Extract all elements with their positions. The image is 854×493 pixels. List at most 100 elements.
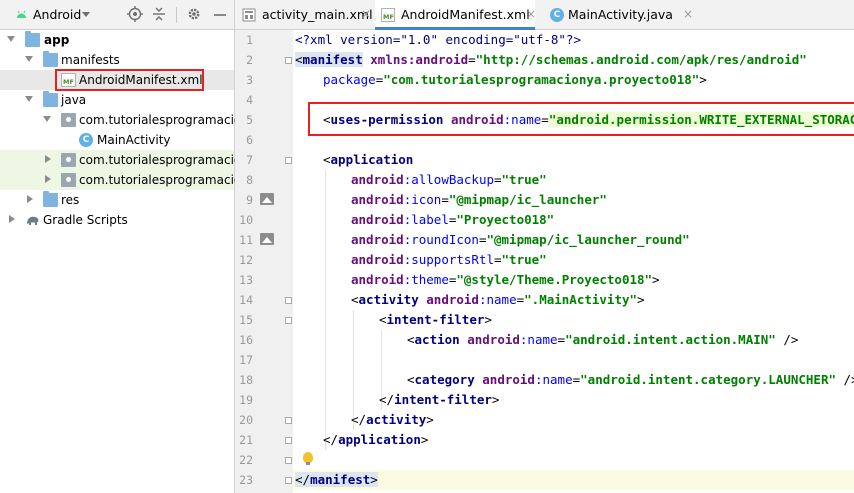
folder-icon (43, 91, 58, 107)
lightbulb-icon[interactable] (303, 452, 313, 465)
tree-item-res[interactable]: res (0, 190, 234, 210)
editor-tab-bar: activity_main.xml × MF AndroidManifest.x… (235, 0, 854, 30)
package-icon (61, 153, 76, 167)
chevron-right-icon[interactable] (9, 215, 15, 223)
target-icon[interactable] (127, 6, 143, 22)
code-line-20: </activity> (351, 410, 434, 430)
line-number: 8 (246, 173, 253, 187)
code-editor[interactable]: <?xml version="1.0" encoding="utf-8"?> <… (293, 30, 854, 493)
fold-marker-icon[interactable] (285, 297, 292, 304)
code-token: uses-permission (330, 112, 444, 127)
code-line-3: package="com.tutorialesprogramacionya.pr… (323, 70, 707, 90)
code-line-13: android:theme="@style/Theme.Proyecto018"… (351, 272, 660, 287)
code-token: = (468, 52, 476, 67)
xml-declaration: <?xml version="1.0" encoding="utf-8"?> (295, 32, 581, 47)
code-token: :name (534, 372, 573, 387)
code-token: action (414, 332, 460, 347)
line-number: 9 (246, 193, 253, 207)
code-token: ".MainActivity" (524, 292, 638, 307)
chevron-down-icon[interactable] (25, 56, 33, 62)
project-view-selector[interactable]: Android (33, 7, 81, 22)
code-token: > (637, 292, 645, 307)
code-token: :name (503, 112, 542, 127)
tab-activity-main[interactable]: activity_main.xml × (235, 0, 373, 30)
minimize-icon[interactable] (212, 6, 228, 22)
chevron-right-icon[interactable] (45, 175, 51, 183)
line-number: 7 (246, 153, 253, 167)
class-icon: C (79, 133, 93, 147)
tree-item-mainactivity[interactable]: C MainActivity (0, 130, 234, 150)
gradle-elephant-icon (27, 216, 39, 225)
android-icon (17, 10, 26, 18)
fold-marker-icon[interactable] (285, 317, 292, 324)
code-line-5: <uses-permission android:name="android.p… (323, 110, 854, 130)
fold-marker-icon[interactable] (285, 157, 292, 164)
close-icon[interactable]: × (683, 7, 693, 21)
tab-mainactivity[interactable]: C MainActivity.java × (543, 0, 693, 30)
fold-marker-icon[interactable] (285, 477, 292, 484)
tree-item-label: app (44, 33, 70, 47)
code-token: "http://schemas.android.com/apk/res/andr… (475, 52, 807, 67)
tree-item-label: Gradle Scripts (43, 213, 128, 227)
gear-icon[interactable] (186, 6, 202, 22)
fold-marker-icon[interactable] (285, 437, 292, 444)
line-number: 12 (239, 253, 253, 267)
code-token: intent-filter (394, 392, 492, 407)
code-token: application (330, 152, 414, 167)
code-token: </ (351, 412, 367, 427)
code-line-10: android:label="Proyecto018" (351, 212, 555, 227)
code-token: android (426, 292, 479, 307)
indent-guide (325, 170, 326, 450)
tree-item-androidmanifest[interactable]: MF AndroidManifest.xml (0, 70, 234, 90)
code-token: android (351, 252, 404, 267)
line-number: 20 (239, 413, 253, 427)
code-token: android (351, 172, 404, 187)
tree-item-package-main[interactable]: com.tutorialesprogramacionya.proyecto018 (0, 110, 343, 130)
fold-marker-icon[interactable] (285, 57, 292, 64)
fold-marker-icon[interactable] (285, 457, 292, 464)
code-token: < (323, 152, 331, 167)
code-token: :icon (403, 192, 442, 207)
toolbar-divider (176, 7, 177, 23)
code-line-19: </intent-filter> (379, 390, 499, 410)
code-token: intent-filter (386, 312, 485, 327)
tree-item-package-androidtest[interactable]: com.tutorialesprogramacionya.proyecto018 (0, 150, 343, 170)
image-preview-icon[interactable] (260, 193, 274, 205)
code-line-11: android:roundIcon="@mipmap/ic_launcher_r… (351, 232, 690, 247)
chevron-right-icon[interactable] (27, 195, 33, 203)
chevron-down-icon[interactable] (7, 36, 15, 42)
tree-item-package-test[interactable]: com.tutorialesprogramacionya.proyecto018 (0, 170, 343, 190)
chevron-down-icon[interactable] (43, 116, 51, 122)
line-number: 3 (246, 73, 253, 87)
code-token: "true" (501, 252, 547, 267)
chevron-down-icon[interactable] (82, 12, 90, 17)
tree-item-java[interactable]: java (0, 90, 234, 110)
code-token: category (414, 372, 475, 387)
line-number: 23 (239, 473, 253, 487)
code-line-12: android:supportsRtl="true" (351, 252, 547, 267)
code-token: android (467, 332, 520, 347)
tab-label: activity_main.xml (262, 7, 373, 22)
line-number: 11 (239, 233, 253, 247)
close-icon[interactable]: × (526, 7, 536, 21)
code-token: :name (519, 332, 558, 347)
line-number: 6 (246, 133, 253, 147)
image-preview-icon[interactable] (260, 233, 274, 245)
fold-marker-icon[interactable] (285, 417, 292, 424)
code-token: :supportsRtl (403, 252, 494, 267)
chevron-right-icon[interactable] (45, 155, 51, 163)
tab-androidmanifest[interactable]: MF AndroidManifest.xml × (375, 0, 536, 30)
tree-item-manifests[interactable]: manifests (0, 50, 234, 70)
tree-item-app[interactable]: app (0, 30, 234, 50)
manifest-file-icon: MF (381, 8, 395, 22)
code-token: < (379, 312, 387, 327)
code-line-14: <activity android:name=".MainActivity"> (351, 292, 645, 307)
collapse-icon[interactable] (151, 6, 167, 22)
code-token: :label (403, 212, 449, 227)
code-token: android (351, 192, 404, 207)
manifest-file-icon: MF (61, 73, 76, 87)
chevron-down-icon[interactable] (25, 96, 33, 102)
code-token: :name (478, 292, 517, 307)
close-icon[interactable]: × (361, 7, 371, 21)
tree-item-gradle-scripts[interactable]: Gradle Scripts (0, 210, 234, 230)
